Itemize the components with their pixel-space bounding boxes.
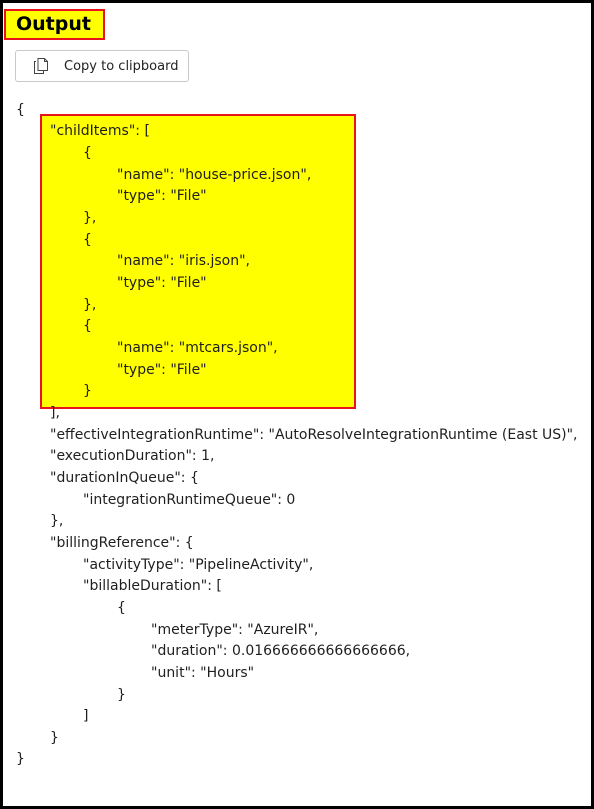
code-line: }, [83, 210, 97, 226]
code-line: } [16, 751, 25, 767]
code-line: { [83, 145, 92, 161]
code-line: "durationInQueue": { [50, 470, 199, 486]
code-line: "billableDuration": [ [83, 578, 222, 594]
code-line: "name": "house-price.json", [117, 167, 312, 183]
code-line: } [50, 730, 59, 746]
code-line: ] [83, 708, 89, 724]
code-line: "childItems": [ [50, 123, 150, 139]
code-line: "type": "File" [117, 362, 207, 378]
code-line: ], [50, 405, 60, 421]
code-line: { [83, 318, 92, 334]
code-line: } [117, 687, 126, 703]
code-line: }, [50, 513, 64, 529]
code-line: }, [83, 297, 97, 313]
code-line: "effectiveIntegrationRuntime": "AutoReso… [50, 427, 578, 443]
output-title: Output [4, 9, 105, 40]
code-line: "name": "iris.json", [117, 253, 250, 269]
code-line: "type": "File" [117, 275, 207, 291]
code-line: "type": "File" [117, 188, 207, 204]
code-line: } [83, 383, 92, 399]
code-line: { [83, 232, 92, 248]
copy-button-label: Copy to clipboard [64, 59, 179, 74]
code-line: { [117, 600, 126, 616]
code-line: "billingReference": { [50, 535, 194, 551]
code-line: "activityType": "PipelineActivity", [83, 557, 314, 573]
output-panel: Output Copy to clipboard { "childItems":… [0, 0, 594, 809]
copy-icon [34, 58, 48, 74]
copy-to-clipboard-button[interactable]: Copy to clipboard [15, 50, 189, 82]
code-line: "integrationRuntimeQueue": 0 [83, 492, 296, 508]
code-line: "meterType": "AzureIR", [151, 622, 319, 638]
code-line: "executionDuration": 1, [50, 448, 215, 464]
code-line: "name": "mtcars.json", [117, 340, 278, 356]
code-line: "unit": "Hours" [151, 665, 255, 681]
code-line: "duration": 0.016666666666666666, [151, 643, 411, 659]
code-line: { [16, 102, 25, 118]
